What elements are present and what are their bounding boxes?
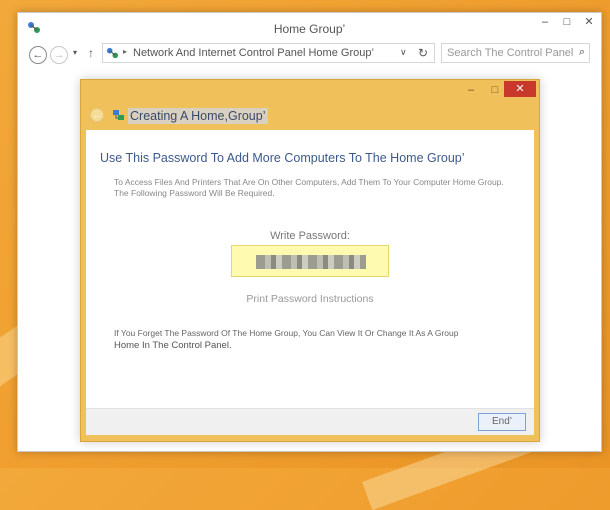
password-obscured (256, 255, 366, 269)
instruction-heading: Use This Password To Add More Computers … (100, 151, 465, 165)
recent-locations-dropdown-icon[interactable]: ▾ (73, 48, 77, 57)
maximize-button[interactable]: □ (556, 13, 578, 33)
network-icon (106, 47, 119, 59)
print-password-link[interactable]: Print Password Instructions (86, 293, 534, 305)
homegroup-icon (113, 110, 124, 120)
password-label: Write Password: (270, 230, 350, 242)
up-button[interactable]: ↑ (88, 46, 94, 60)
forgot-password-note-continued: Home In The Control Panel. (114, 340, 232, 351)
window-title: Home Group’ (273, 22, 346, 36)
refresh-icon[interactable]: ↻ (418, 46, 428, 60)
back-button[interactable]: ← (29, 46, 47, 64)
instruction-description: To Access Files And Printers That Are On… (114, 177, 504, 198)
address-path[interactable]: Network And Internet Control Panel Home … (133, 47, 374, 59)
address-dropdown-icon[interactable]: ∨ (400, 47, 407, 58)
search-input[interactable]: Search The Control Panel ⌕ (441, 43, 590, 63)
dialog-minimize-button[interactable]: – (459, 82, 483, 100)
navigation-bar: ← → ▾ ↑ ▸ Network And Internet Control P… (18, 43, 601, 71)
homegroup-wizard-dialog: – □ ✕ ← Creating A Home,Group’ Use This … (80, 79, 540, 442)
dialog-content: Use This Password To Add More Computers … (86, 130, 534, 408)
chevron-right-icon[interactable]: ▸ (123, 47, 127, 56)
close-button[interactable]: ✕ (578, 13, 600, 33)
password-display (231, 245, 389, 277)
forgot-password-note: If You Forget The Password Of The Home G… (114, 328, 459, 338)
dialog-title: Creating A Home,Group’ (128, 108, 268, 124)
dialog-footer: End’ (86, 408, 534, 435)
search-placeholder: Search The Control Panel (447, 47, 574, 59)
title-bar: Home Group’ – □ ✕ (18, 13, 601, 43)
forward-button[interactable]: → (50, 46, 68, 64)
address-bar[interactable]: ▸ Network And Internet Control Panel Hom… (102, 43, 435, 63)
search-icon[interactable]: ⌕ (579, 46, 585, 59)
dialog-close-button[interactable]: ✕ (504, 81, 536, 97)
wizard-back-button[interactable]: ← (90, 108, 104, 122)
minimize-button[interactable]: – (534, 13, 556, 33)
end-button[interactable]: End’ (478, 413, 526, 431)
